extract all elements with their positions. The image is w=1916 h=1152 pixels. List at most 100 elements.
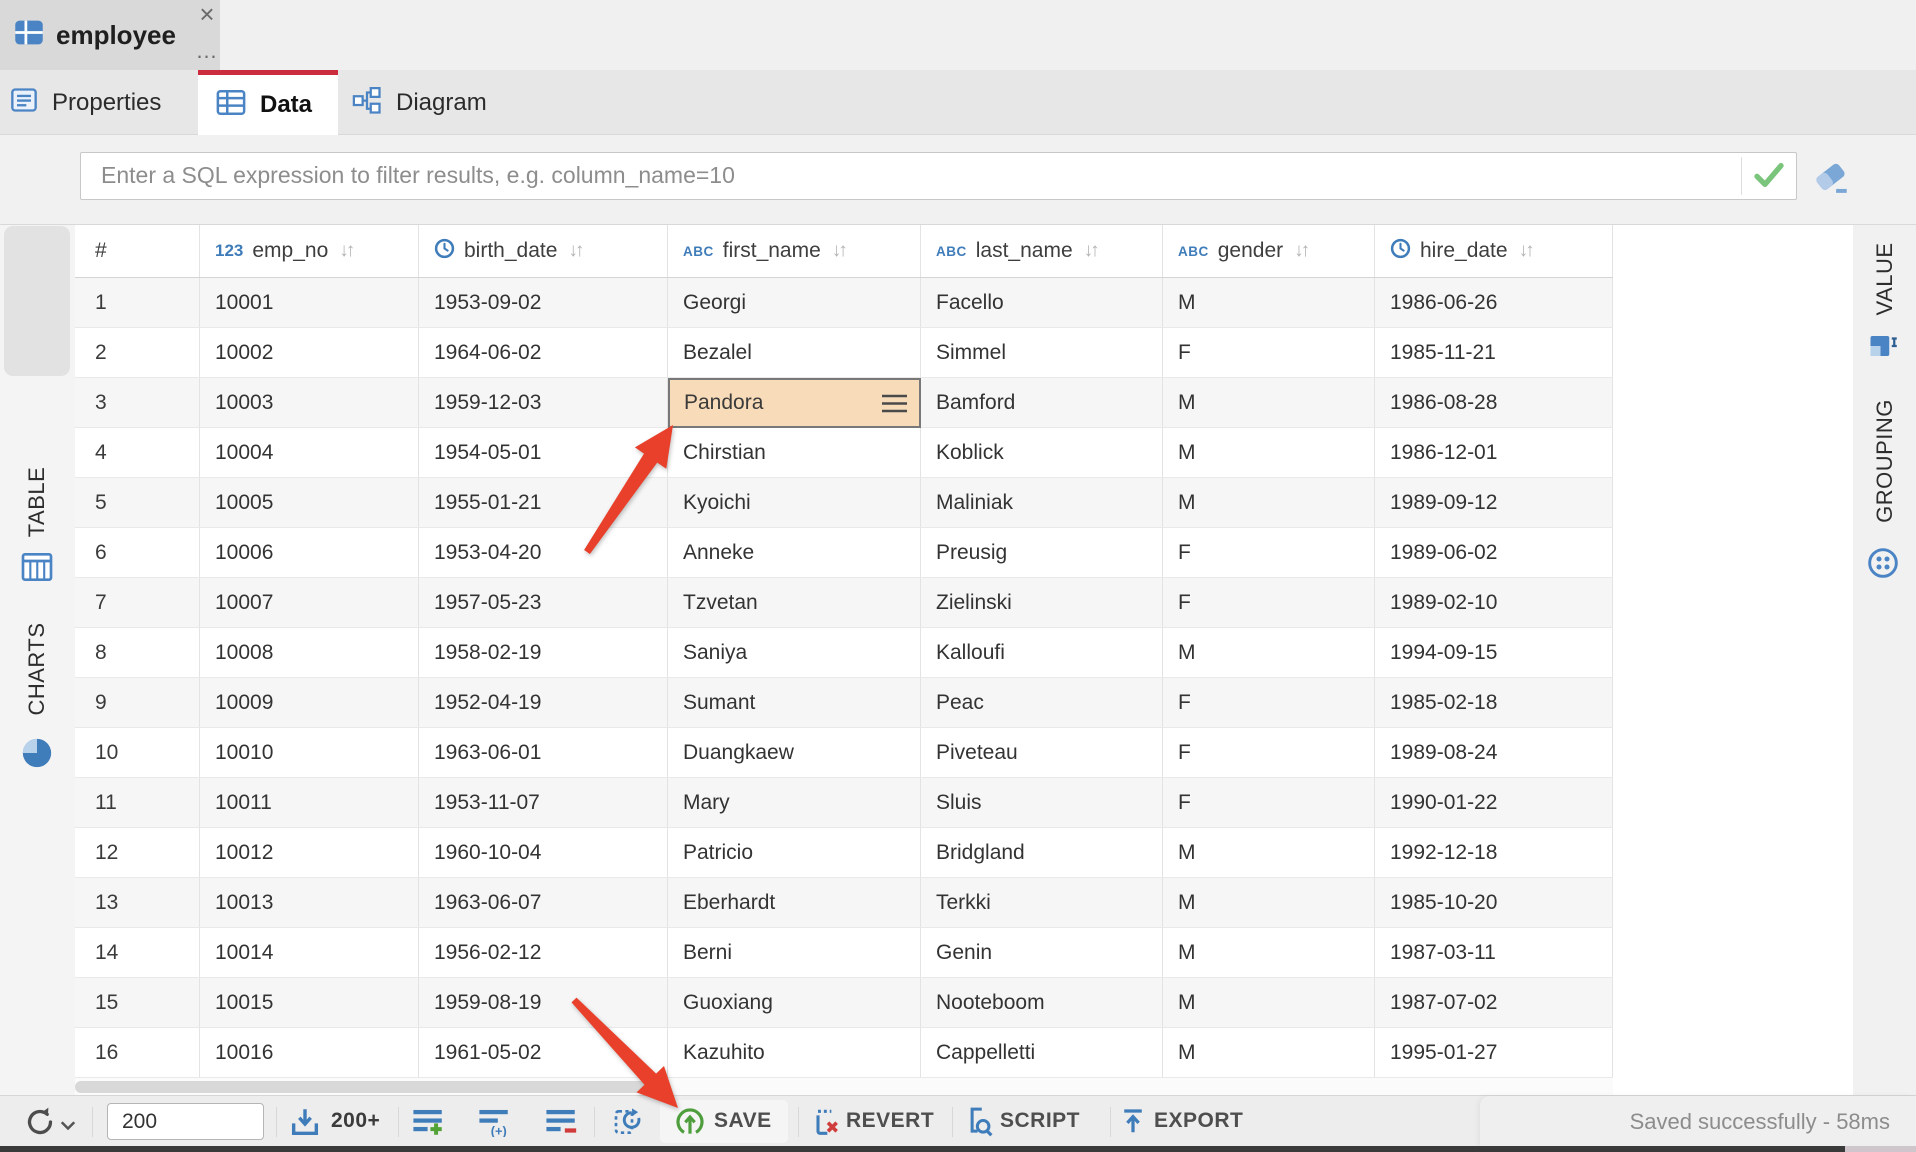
table-cell[interactable]: Cappelletti <box>921 1028 1163 1077</box>
column-header-gender[interactable]: ABCgender↓↑ <box>1163 225 1375 277</box>
row-number-cell[interactable]: 9 <box>75 678 200 727</box>
table-cell[interactable]: M <box>1163 928 1375 977</box>
fetch-more-label[interactable]: 200+ <box>331 1109 380 1133</box>
table-cell[interactable]: 10004 <box>200 428 419 477</box>
table-cell[interactable]: M <box>1163 478 1375 527</box>
column-header-last_name[interactable]: ABClast_name↓↑ <box>921 225 1163 277</box>
rail-tab-value[interactable]: VALUE <box>1872 242 1898 315</box>
row-number-cell[interactable]: 8 <box>75 628 200 677</box>
table-cell[interactable]: 1959-08-19 <box>419 978 668 1027</box>
table-cell[interactable]: Chirstian <box>668 428 921 477</box>
rail-tab-charts[interactable]: CHARTS <box>24 622 50 715</box>
rail-tab-table[interactable]: TABLE <box>24 467 50 538</box>
table-cell[interactable]: Preusig <box>921 528 1163 577</box>
table-cell[interactable]: 1987-03-11 <box>1375 928 1613 977</box>
table-cell[interactable]: 1992-12-18 <box>1375 828 1613 877</box>
close-icon[interactable]: × <box>193 0 221 28</box>
table-cell[interactable]: Peac <box>921 678 1163 727</box>
table-cell[interactable]: Sluis <box>921 778 1163 827</box>
duplicate-row-icon[interactable]: (+) <box>478 1107 512 1142</box>
script-button[interactable]: SCRIPT <box>1000 1109 1080 1133</box>
table-cell[interactable]: 1986-08-28 <box>1375 378 1613 427</box>
table-cell[interactable]: Simmel <box>921 328 1163 377</box>
table-cell[interactable]: 1987-07-02 <box>1375 978 1613 1027</box>
table-cell[interactable]: 1986-06-26 <box>1375 278 1613 327</box>
sort-icon[interactable]: ↓↑ <box>832 240 845 262</box>
table-cell[interactable]: 1960-10-04 <box>419 828 668 877</box>
table-cell[interactable]: M <box>1163 628 1375 677</box>
table-cell[interactable]: Saniya <box>668 628 921 677</box>
table-cell[interactable]: 1990-01-22 <box>1375 778 1613 827</box>
table-cell[interactable]: 1985-11-21 <box>1375 328 1613 377</box>
rail-tab-grouping[interactable]: GROUPING <box>1872 399 1898 523</box>
sort-icon[interactable]: ↓↑ <box>1294 240 1307 262</box>
row-number-cell[interactable]: 7 <box>75 578 200 627</box>
delete-row-icon[interactable] <box>545 1107 579 1142</box>
table-cell[interactable]: M <box>1163 828 1375 877</box>
table-cell[interactable]: Facello <box>921 278 1163 327</box>
table-cell[interactable]: 10005 <box>200 478 419 527</box>
row-number-cell[interactable]: 6 <box>75 528 200 577</box>
row-number-cell[interactable]: 14 <box>75 928 200 977</box>
table-cell[interactable]: 10002 <box>200 328 419 377</box>
table-cell[interactable]: 1958-02-19 <box>419 628 668 677</box>
table-cell[interactable]: 10006 <box>200 528 419 577</box>
table-cell[interactable]: Tzvetan <box>668 578 921 627</box>
sort-icon[interactable]: ↓↑ <box>1084 240 1097 262</box>
table-cell[interactable]: 1953-11-07 <box>419 778 668 827</box>
table-cell[interactable]: Terkki <box>921 878 1163 927</box>
row-number-cell[interactable]: 5 <box>75 478 200 527</box>
table-cell[interactable]: Guoxiang <box>668 978 921 1027</box>
table-cell[interactable]: Sumant <box>668 678 921 727</box>
row-number-cell[interactable]: 11 <box>75 778 200 827</box>
fetch-size-input[interactable] <box>107 1103 264 1140</box>
table-cell[interactable]: M <box>1163 878 1375 927</box>
refresh-icon[interactable] <box>22 1104 58 1145</box>
table-cell[interactable]: 1995-01-27 <box>1375 1028 1613 1077</box>
revert-button[interactable]: REVERT <box>846 1109 934 1133</box>
table-cell[interactable]: 10014 <box>200 928 419 977</box>
selected-cell[interactable]: Pandora <box>668 378 921 428</box>
table-cell[interactable]: 10010 <box>200 728 419 777</box>
chevron-down-icon[interactable] <box>60 1118 76 1136</box>
table-cell[interactable]: 10011 <box>200 778 419 827</box>
add-row-icon[interactable] <box>412 1107 446 1142</box>
export-button[interactable]: EXPORT <box>1154 1109 1243 1133</box>
table-cell[interactable]: 1957-05-23 <box>419 578 668 627</box>
table-cell[interactable]: 1961-05-02 <box>419 1028 668 1077</box>
table-cell[interactable]: Kyoichi <box>668 478 921 527</box>
table-cell[interactable]: Patricio <box>668 828 921 877</box>
save-icon[interactable] <box>674 1105 706 1142</box>
refresh-row-icon[interactable] <box>612 1106 644 1143</box>
table-cell[interactable]: 1989-02-10 <box>1375 578 1613 627</box>
table-cell[interactable]: 10009 <box>200 678 419 727</box>
row-number-cell[interactable]: 1 <box>75 278 200 327</box>
table-cell[interactable]: 1956-02-12 <box>419 928 668 977</box>
table-cell[interactable]: 1964-06-02 <box>419 328 668 377</box>
script-icon[interactable] <box>962 1105 996 1143</box>
cell-menu-icon[interactable] <box>881 393 908 420</box>
table-cell[interactable]: Koblick <box>921 428 1163 477</box>
table-tab-employee[interactable]: employee <box>0 0 220 70</box>
row-number-cell[interactable]: 12 <box>75 828 200 877</box>
table-cell[interactable]: 1963-06-07 <box>419 878 668 927</box>
table-cell[interactable]: 1963-06-01 <box>419 728 668 777</box>
table-cell[interactable]: F <box>1163 528 1375 577</box>
table-cell[interactable]: M <box>1163 378 1375 427</box>
table-cell[interactable]: 1989-06-02 <box>1375 528 1613 577</box>
fetch-more-icon[interactable] <box>288 1105 322 1144</box>
table-cell[interactable]: M <box>1163 1028 1375 1077</box>
table-cell[interactable]: Eberhardt <box>668 878 921 927</box>
column-header-rownum[interactable]: # <box>75 225 200 277</box>
table-cell[interactable]: 1959-12-03 <box>419 378 668 427</box>
table-cell[interactable]: Bamford <box>921 378 1163 427</box>
sort-icon[interactable]: ↓↑ <box>339 240 352 262</box>
row-number-cell[interactable]: 16 <box>75 1028 200 1077</box>
table-cell[interactable]: Maliniak <box>921 478 1163 527</box>
tab-data[interactable]: Data <box>198 70 338 135</box>
sort-icon[interactable]: ↓↑ <box>1519 240 1532 262</box>
table-cell[interactable]: Anneke <box>668 528 921 577</box>
pie-chart-icon[interactable] <box>20 736 54 775</box>
row-number-cell[interactable]: 4 <box>75 428 200 477</box>
horizontal-scrollbar-thumb[interactable] <box>75 1081 655 1093</box>
